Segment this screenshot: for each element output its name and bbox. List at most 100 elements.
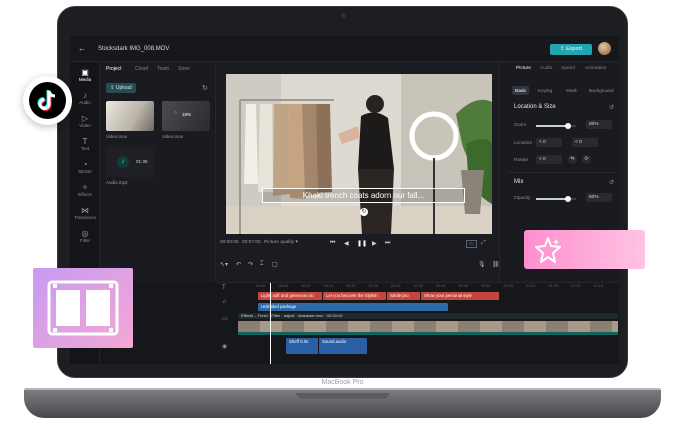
- upload-button[interactable]: ⇪ Upload: [106, 83, 136, 93]
- step-back-icon[interactable]: ◀: [344, 240, 349, 247]
- top-bar: ← Stocksdark IMG_008.MOV ⇪ Export: [70, 36, 619, 62]
- zoom-slider[interactable]: [536, 123, 576, 129]
- opacity-value[interactable]: 80%: [586, 193, 612, 202]
- text-icon: T: [82, 137, 88, 146]
- quality-select[interactable]: Picture quality ▾: [264, 240, 298, 245]
- ruler-tick-label: 00:40: [436, 284, 446, 288]
- location-y: 0: [579, 140, 582, 145]
- redo-icon[interactable]: ↷: [248, 261, 253, 268]
- effect-label: 00:00:10: [326, 313, 343, 318]
- voice-clip-label: Sheff 0.0s: [289, 339, 309, 344]
- tab-animation[interactable]: Animation: [585, 66, 606, 71]
- ruler-tick-label: 00:20: [346, 284, 356, 288]
- ruler-tick-label: 00:55: [503, 284, 514, 288]
- nav-item-text[interactable]: T Text: [70, 137, 100, 151]
- ruler-tick-label: 00:35: [413, 284, 424, 288]
- voice-clip[interactable]: Sheff 0.0s: [286, 338, 318, 354]
- divider: [508, 172, 616, 173]
- location-x-field[interactable]: < 0: [536, 138, 562, 147]
- film-strip-icon: [47, 280, 119, 336]
- microphone-icon[interactable]: 🎙: [478, 261, 486, 268]
- tab-team[interactable]: Team: [157, 66, 169, 72]
- effects-bar[interactable]: Effects – Fresh · Filter · adjust · char…: [238, 313, 618, 319]
- audio-clip[interactable]: Unlimited package: [258, 303, 448, 311]
- slider-knob[interactable]: [565, 196, 571, 202]
- video-icon: ▷: [81, 114, 89, 123]
- media-thumbnail[interactable]: ◌ 18%: [162, 101, 210, 131]
- tab-store[interactable]: Store: [178, 66, 190, 72]
- split-icon[interactable]: ⌶: [260, 261, 264, 268]
- pause-icon[interactable]: ❚❚: [357, 240, 367, 247]
- subtab-basic[interactable]: Basic: [512, 86, 530, 95]
- nav-item-sticker[interactable]: ◔ Sticker: [70, 160, 100, 174]
- nav-item-audio[interactable]: ♪ Audio: [70, 91, 100, 105]
- music-note-icon: ♪: [117, 156, 129, 168]
- fullscreen-icon[interactable]: ⤢: [481, 240, 486, 247]
- avatar[interactable]: [598, 42, 611, 55]
- ruler-tick-label: 01:05: [548, 284, 559, 288]
- text-clip-label: Stride pro: [390, 293, 409, 298]
- subtab-keying[interactable]: Keying: [535, 86, 555, 95]
- slider-knob[interactable]: [565, 123, 571, 129]
- media-thumbnail[interactable]: [106, 101, 154, 131]
- tab-project[interactable]: Project: [106, 66, 122, 72]
- text-clip[interactable]: Stride pro: [387, 292, 420, 300]
- rotate-icon[interactable]: ⟳: [582, 155, 591, 164]
- nav-label: Video: [79, 123, 91, 128]
- zoom-value[interactable]: 80%: [586, 120, 612, 129]
- step-forward-icon[interactable]: ▶: [372, 240, 377, 247]
- ruler-tick-label: 00:30: [391, 284, 401, 288]
- export-label: Export: [566, 46, 583, 52]
- media-icon: ▣: [81, 68, 89, 77]
- webcam: [341, 13, 346, 18]
- rotate-handle-icon[interactable]: ↻: [360, 208, 368, 216]
- media-item-name: Video.mov: [162, 134, 184, 139]
- ruler-tick-label: 00:50: [481, 284, 491, 288]
- effects-icon: ✧: [81, 183, 89, 192]
- back-arrow-icon[interactable]: ←: [78, 44, 86, 53]
- subtab-mask[interactable]: Mask: [563, 86, 580, 95]
- skip-forward-icon[interactable]: ⏭: [385, 240, 390, 247]
- undo-icon[interactable]: ↶: [236, 261, 241, 268]
- effect-label: character.mov: [298, 313, 324, 318]
- delete-icon[interactable]: ▢: [272, 261, 278, 268]
- tab-audio[interactable]: Audio: [540, 66, 552, 71]
- pointer-tool-icon[interactable]: ↖▾: [220, 261, 228, 268]
- skip-back-icon[interactable]: ⏮: [330, 240, 335, 247]
- video-frame[interactable]: Khaki trench coats adorn our fall... ↻: [226, 74, 492, 234]
- nav-label: Sticker: [78, 169, 92, 174]
- upload-label: Upload: [115, 85, 132, 91]
- nav-label: Media: [78, 77, 92, 82]
- text-clip[interactable]: Light, soft and generous clo: [258, 292, 322, 300]
- editor-screen: ← Stocksdark IMG_008.MOV ⇪ Export ▣ Media…: [70, 36, 619, 364]
- subtab-background[interactable]: Background: [586, 86, 617, 95]
- nav-item-filter[interactable]: ◎ Filter: [70, 229, 100, 243]
- project-title[interactable]: Stocksdark IMG_008.MOV: [98, 46, 169, 52]
- loading-icon: ◌: [174, 110, 177, 116]
- slider-fill: [536, 125, 568, 127]
- location-y-field[interactable]: < 0: [572, 138, 598, 147]
- flip-icon[interactable]: ⇋: [568, 155, 577, 164]
- reset-icon[interactable]: ↺: [609, 104, 614, 111]
- text-clip[interactable]: Show your personal style: [421, 292, 499, 300]
- nav-item-effects[interactable]: ✧ Effects: [70, 183, 100, 197]
- video-track-clip[interactable]: [238, 321, 618, 335]
- text-clip[interactable]: Let you become the Stylish: [323, 292, 386, 300]
- voice-clip[interactable]: Sound.audio: [319, 338, 367, 354]
- caption-textbox[interactable]: Khaki trench coats adorn our fall...: [262, 188, 465, 203]
- nav-item-video[interactable]: ▷ Video: [70, 114, 100, 128]
- tab-picture[interactable]: Picture: [516, 66, 531, 71]
- tab-cloud[interactable]: Cloud: [135, 66, 148, 72]
- nav-item-media[interactable]: ▣ Media: [70, 68, 100, 82]
- opacity-slider[interactable]: [536, 196, 576, 202]
- media-thumbnail[interactable]: ♪ 01:36: [106, 147, 154, 177]
- reset-icon[interactable]: ↺: [609, 179, 614, 186]
- nav-item-transitions[interactable]: ⋈ Transitions: [70, 206, 100, 220]
- export-button[interactable]: ⇪ Export: [550, 44, 592, 55]
- ratio-button[interactable]: ▭: [466, 240, 477, 248]
- refresh-icon[interactable]: ↻: [202, 84, 208, 92]
- rotate-field[interactable]: < 0: [536, 155, 562, 164]
- playhead[interactable]: [270, 283, 271, 364]
- tab-speed[interactable]: Speed: [561, 66, 575, 71]
- ruler-tick-label: 00:05: [278, 284, 289, 288]
